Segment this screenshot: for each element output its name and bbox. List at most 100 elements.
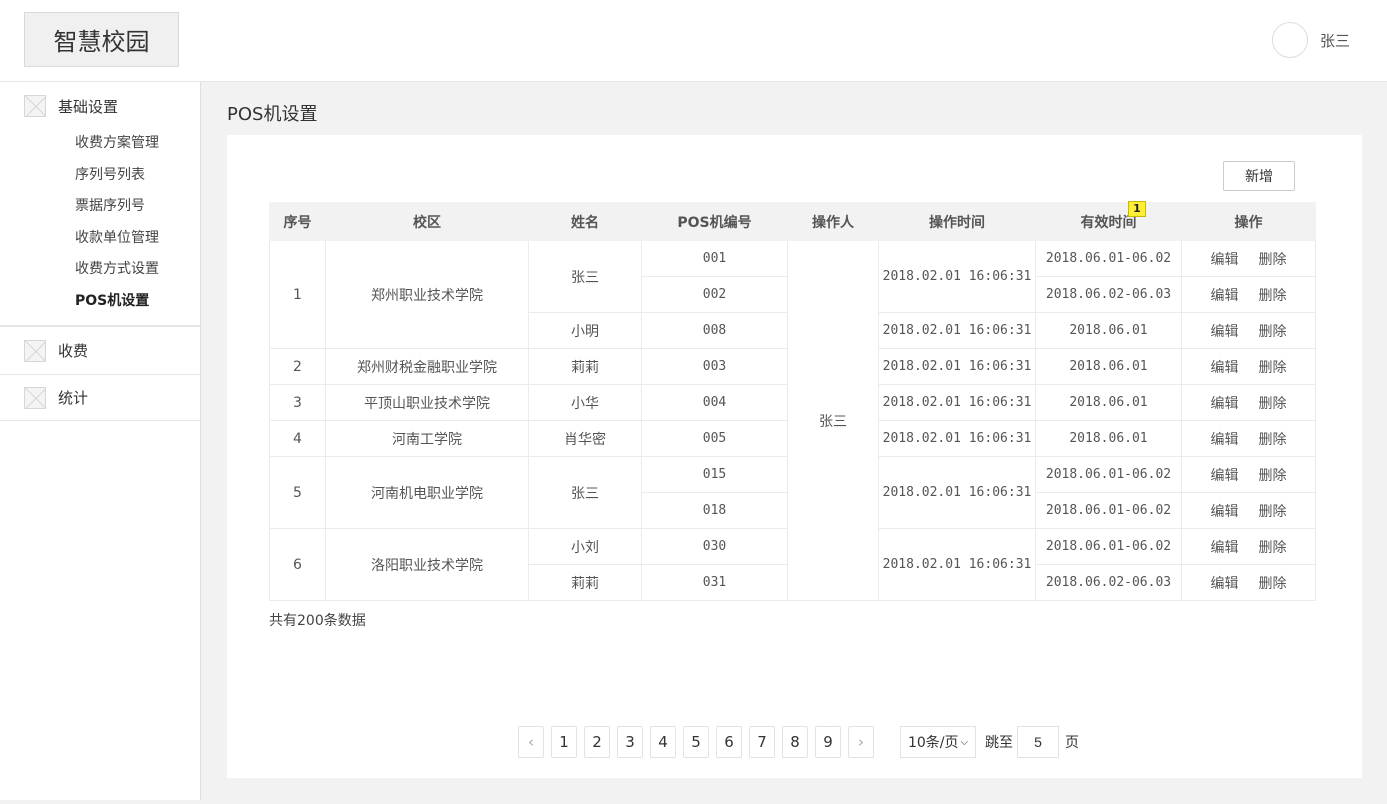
next-page-button[interactable]: › — [848, 726, 874, 758]
col-campus: 校区 — [325, 202, 529, 241]
sidebar-item-serial-list[interactable]: 序列号列表 — [75, 160, 200, 192]
avatar[interactable] — [1272, 22, 1308, 58]
cell-pos-no: 030 — [641, 528, 788, 565]
delete-link[interactable]: 删除 — [1259, 540, 1287, 556]
sidebar-group-label: 收费 — [58, 342, 89, 360]
edit-link[interactable]: 编辑 — [1211, 252, 1239, 268]
sidebar-item-payee[interactable]: 收款单位管理 — [75, 223, 200, 255]
page-button[interactable]: 5 — [683, 726, 709, 758]
delete-link[interactable]: 删除 — [1259, 252, 1287, 268]
settings-icon — [24, 95, 46, 117]
sidebar-group-stats[interactable]: 统计 — [0, 375, 200, 421]
sidebar-group-basic: 基础设置 收费方案管理 序列号列表 票据序列号 收款单位管理 收费方式设置 PO… — [0, 82, 200, 327]
delete-link[interactable]: 删除 — [1259, 504, 1287, 520]
cell-name: 小明 — [528, 312, 642, 349]
page-button[interactable]: 1 — [551, 726, 577, 758]
sidebar: 基础设置 收费方案管理 序列号列表 票据序列号 收款单位管理 收费方式设置 PO… — [0, 82, 201, 804]
page-button[interactable]: 2 — [584, 726, 610, 758]
pagination: ‹ 1 2 3 4 5 6 7 8 9 › 10条/页⌵ 跳至 页 — [518, 726, 1079, 758]
chevron-down-icon: ⌵ — [960, 736, 969, 748]
cell-op-time: 2018.02.01 16:06:31 — [878, 348, 1036, 385]
cell-actions: 编辑 删除 — [1181, 384, 1316, 421]
delete-link[interactable]: 删除 — [1259, 396, 1287, 412]
sidebar-group-stats-header[interactable]: 统计 — [0, 375, 200, 420]
jump-label: 跳至 — [985, 735, 1013, 751]
cell-actions: 编辑 删除 — [1181, 240, 1316, 277]
cell-actions: 编辑 删除 — [1181, 420, 1316, 457]
app-header: 智慧校园 张三 — [0, 0, 1387, 82]
cell-seq: 2 — [269, 348, 326, 385]
delete-link[interactable]: 删除 — [1259, 468, 1287, 484]
cell-op-time: 2018.02.01 16:06:31 — [878, 384, 1036, 421]
cell-actions: 编辑 删除 — [1181, 348, 1316, 385]
cell-name: 莉莉 — [528, 564, 642, 601]
cell-operator: 张三 — [787, 240, 879, 601]
edit-link[interactable]: 编辑 — [1211, 324, 1239, 340]
cell-pos-no: 031 — [641, 564, 788, 601]
edit-link[interactable]: 编辑 — [1211, 360, 1239, 376]
delete-link[interactable]: 删除 — [1259, 288, 1287, 304]
cell-valid-time: 2018.06.01 — [1035, 348, 1182, 385]
page-title: POS机设置 — [227, 104, 318, 125]
sidebar-group-fee-header[interactable]: 收费 — [0, 327, 200, 374]
delete-link[interactable]: 删除 — [1259, 324, 1287, 340]
edit-link[interactable]: 编辑 — [1211, 504, 1239, 520]
page-button[interactable]: 9 — [815, 726, 841, 758]
page-button[interactable]: 4 — [650, 726, 676, 758]
cell-campus: 平顶山职业技术学院 — [325, 384, 529, 421]
cell-name: 小刘 — [528, 528, 642, 565]
app-logo[interactable]: 智慧校园 — [24, 12, 179, 67]
sidebar-item-pay-method[interactable]: 收费方式设置 — [75, 254, 200, 286]
cell-valid-time: 2018.06.01-06.02 — [1035, 492, 1182, 529]
col-op-time: 操作时间 — [878, 202, 1036, 241]
cell-pos-no: 004 — [641, 384, 788, 421]
prev-page-button[interactable]: ‹ — [518, 726, 544, 758]
cell-valid-time: 2018.06.02-06.03 — [1035, 564, 1182, 601]
page-button[interactable]: 3 — [617, 726, 643, 758]
fee-icon — [24, 339, 46, 362]
cell-name: 莉莉 — [528, 348, 642, 385]
edit-link[interactable]: 编辑 — [1211, 288, 1239, 304]
page-size-select[interactable]: 10条/页 ⌵ — [900, 726, 976, 758]
cell-pos-no: 018 — [641, 492, 788, 529]
cell-name: 张三 — [528, 240, 642, 313]
cell-campus: 河南机电职业学院 — [325, 456, 529, 529]
cell-actions: 编辑 删除 — [1181, 492, 1316, 529]
cell-pos-no: 001 — [641, 240, 788, 277]
edit-link[interactable]: 编辑 — [1211, 396, 1239, 412]
sidebar-group-fee[interactable]: 收费 — [0, 327, 200, 375]
delete-link[interactable]: 删除 — [1259, 432, 1287, 448]
cell-op-time: 2018.02.01 16:06:31 — [878, 420, 1036, 457]
sidebar-item-bill-serial[interactable]: 票据序列号 — [75, 191, 200, 223]
page-button[interactable]: 8 — [782, 726, 808, 758]
page-button[interactable]: 7 — [749, 726, 775, 758]
sidebar-group-basic-header[interactable]: 基础设置 — [0, 82, 200, 128]
add-button[interactable]: 新增 — [1223, 161, 1295, 191]
sidebar-item-fee-plan[interactable]: 收费方案管理 — [75, 128, 200, 160]
footer-divider — [0, 800, 1387, 804]
pos-table: 序号 校区 姓名 POS机编号 操作人 操作时间 有效时间 1 操作 1 郑州职业… — [269, 201, 1316, 601]
username[interactable]: 张三 — [1320, 30, 1350, 51]
cell-actions: 编辑 删除 — [1181, 528, 1316, 565]
cell-pos-no: 008 — [641, 312, 788, 349]
edit-link[interactable]: 编辑 — [1211, 468, 1239, 484]
table-row: 1 郑州职业技术学院 张三 001 张三 2018.02.01 16:06:31… — [269, 240, 1316, 601]
cell-name: 张三 — [528, 456, 642, 529]
edit-link[interactable]: 编辑 — [1211, 540, 1239, 556]
edit-link[interactable]: 编辑 — [1211, 576, 1239, 592]
edit-link[interactable]: 编辑 — [1211, 432, 1239, 448]
cell-valid-time: 2018.06.01 — [1035, 420, 1182, 457]
cell-valid-time: 2018.06.01-06.02 — [1035, 528, 1182, 565]
page-button[interactable]: 6 — [716, 726, 742, 758]
page-unit-label: 页 — [1065, 735, 1079, 751]
cell-pos-no: 005 — [641, 420, 788, 457]
delete-link[interactable]: 删除 — [1259, 576, 1287, 592]
sidebar-group-label: 基础设置 — [58, 97, 119, 116]
cell-pos-no: 003 — [641, 348, 788, 385]
cell-campus: 郑州财税金融职业学院 — [325, 348, 529, 385]
sidebar-item-pos[interactable]: POS机设置 — [75, 286, 200, 318]
cell-seq: 4 — [269, 420, 326, 457]
annotation-badge: 1 — [1128, 201, 1146, 217]
jump-page-input[interactable] — [1017, 726, 1059, 758]
delete-link[interactable]: 删除 — [1259, 360, 1287, 376]
